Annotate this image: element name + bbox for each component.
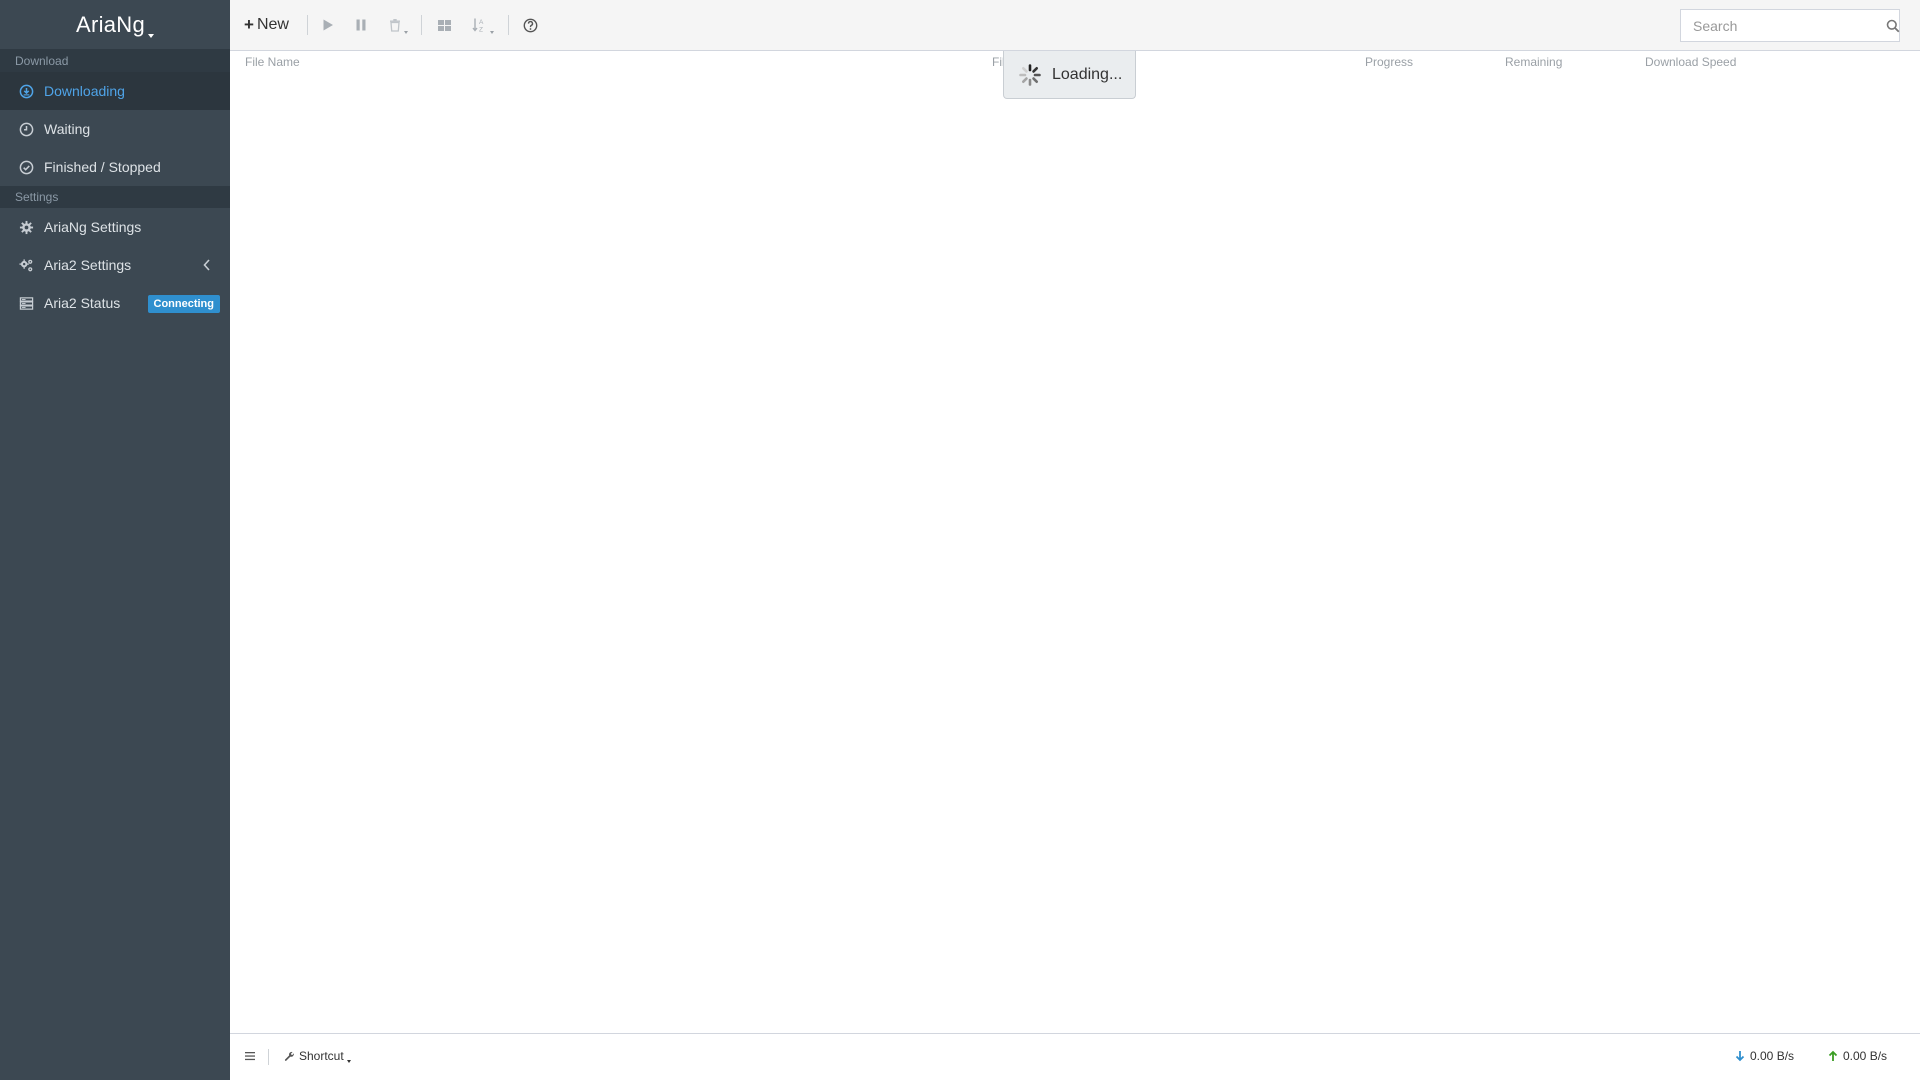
upload-speed-value: 0.00 B/s bbox=[1843, 1049, 1888, 1063]
logo-bar: AriaNg bbox=[0, 0, 230, 50]
sidebar-item-finished-stopped[interactable]: Finished / Stopped bbox=[0, 148, 230, 186]
app-logo[interactable]: AriaNg bbox=[75, 11, 155, 38]
server-icon bbox=[18, 295, 34, 311]
column-header-download-speed[interactable]: Download Speed bbox=[1645, 55, 1736, 69]
play-icon bbox=[323, 19, 333, 31]
toolbar-divider bbox=[307, 15, 308, 35]
footer: Shortcut 0.00 B/s 0.00 B/s bbox=[230, 1033, 1920, 1080]
sidebar-item-label: Finished / Stopped bbox=[44, 159, 161, 175]
shortcut-label: Shortcut bbox=[299, 1049, 344, 1063]
menu-icon[interactable] bbox=[244, 1050, 256, 1062]
trash-icon bbox=[390, 19, 400, 32]
question-circle-icon bbox=[523, 18, 538, 32]
dropdown-caret-icon bbox=[490, 30, 494, 34]
search-icon[interactable] bbox=[1886, 10, 1900, 41]
download-circle-icon bbox=[18, 83, 34, 99]
chevron-left-icon bbox=[203, 259, 210, 271]
search-input[interactable] bbox=[1681, 10, 1886, 41]
spinner-icon bbox=[1019, 63, 1041, 86]
sidebar-item-ariang-settings[interactable]: AriaNg Settings bbox=[0, 208, 230, 246]
pause-button[interactable] bbox=[354, 12, 368, 38]
sidebar-item-waiting[interactable]: Waiting bbox=[0, 110, 230, 148]
sidebar-item-label: Aria2 Settings bbox=[44, 257, 132, 273]
section-header-download: Download bbox=[0, 50, 230, 72]
sidebar: AriaNg Download Downloading Waiting Fini… bbox=[0, 0, 230, 1080]
search-box bbox=[1680, 9, 1900, 42]
toolbar-divider bbox=[421, 15, 422, 35]
plus-icon: + bbox=[244, 15, 254, 34]
help-button[interactable] bbox=[523, 12, 538, 38]
arrow-up-icon bbox=[1828, 1050, 1838, 1061]
sidebar-item-downloading[interactable]: Downloading bbox=[0, 72, 230, 110]
column-header-remaining[interactable]: Remaining bbox=[1505, 55, 1562, 69]
sort-button[interactable]: AZ bbox=[472, 12, 494, 38]
svg-text:A: A bbox=[479, 19, 484, 26]
toolbar-divider bbox=[508, 15, 509, 35]
global-download-speed: 0.00 B/s bbox=[1735, 1049, 1794, 1063]
new-task-button[interactable]: + New bbox=[244, 12, 289, 38]
toolbar: + New AZ bbox=[230, 0, 1920, 51]
logo-caret-icon bbox=[148, 33, 155, 38]
check-circle-icon bbox=[18, 159, 34, 175]
column-header-file-name[interactable]: File Name bbox=[245, 55, 300, 69]
delete-button[interactable] bbox=[388, 12, 408, 38]
sidebar-item-label: AriaNg Settings bbox=[44, 219, 142, 235]
clock-icon bbox=[18, 121, 34, 137]
loading-text: Loading... bbox=[1052, 65, 1123, 83]
column-header-progress[interactable]: Progress bbox=[1365, 55, 1413, 69]
wrench-icon bbox=[284, 1051, 294, 1061]
pause-icon bbox=[356, 19, 366, 31]
new-task-label: New bbox=[256, 16, 289, 33]
section-header-settings: Settings bbox=[0, 186, 230, 208]
sidebar-item-label: Downloading bbox=[44, 83, 125, 99]
sidebar-item-label: Waiting bbox=[44, 121, 91, 137]
shortcut-button[interactable]: Shortcut bbox=[284, 1049, 351, 1063]
sidebar-item-aria2-settings[interactable]: Aria2 Settings bbox=[0, 246, 230, 284]
dropdown-caret-icon bbox=[346, 1059, 351, 1063]
svg-text:Z: Z bbox=[479, 27, 483, 34]
start-button[interactable] bbox=[321, 12, 335, 38]
footer-divider bbox=[268, 1049, 269, 1065]
app-logo-text: AriaNg bbox=[75, 11, 146, 37]
global-upload-speed: 0.00 B/s bbox=[1828, 1049, 1887, 1063]
gear-icon bbox=[18, 219, 34, 235]
sort-alpha-icon: AZ bbox=[472, 18, 484, 34]
sidebar-item-aria2-status[interactable]: Aria2 Status Connecting bbox=[0, 284, 230, 322]
arrow-down-icon bbox=[1735, 1051, 1745, 1062]
status-badge: Connecting bbox=[147, 295, 220, 313]
dropdown-caret-icon bbox=[404, 30, 408, 34]
loading-indicator: Loading... bbox=[1003, 51, 1136, 99]
select-all-button[interactable] bbox=[437, 12, 452, 38]
download-speed-value: 0.00 B/s bbox=[1750, 1049, 1795, 1063]
gears-icon bbox=[18, 257, 34, 273]
sidebar-item-label: Aria2 Status bbox=[44, 295, 121, 311]
grid-icon bbox=[438, 19, 451, 31]
